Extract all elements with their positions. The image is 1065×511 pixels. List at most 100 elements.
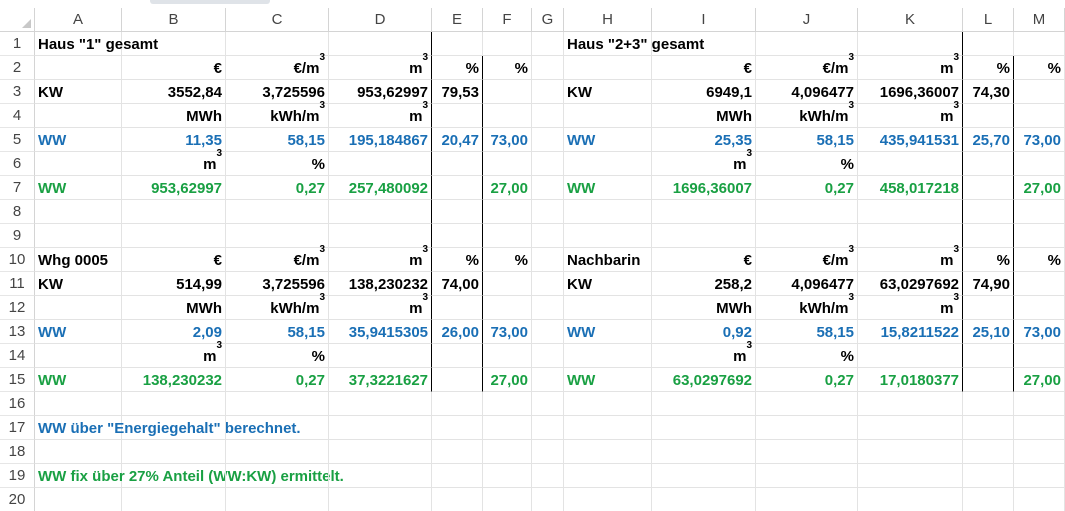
cell-l7[interactable] bbox=[963, 176, 1014, 200]
cell-k19[interactable] bbox=[858, 464, 963, 488]
cell-k10[interactable]: m3 bbox=[858, 245, 963, 272]
row-header-4[interactable]: 4 bbox=[0, 104, 35, 128]
cell-h18[interactable] bbox=[564, 440, 652, 464]
cell-c18[interactable] bbox=[226, 440, 329, 464]
cell-j5[interactable]: 58,15 bbox=[756, 128, 858, 152]
cell-h17[interactable] bbox=[564, 416, 652, 440]
column-header-h[interactable]: H bbox=[564, 8, 652, 32]
cell-c16[interactable] bbox=[226, 392, 329, 416]
cell-j19[interactable] bbox=[756, 464, 858, 488]
cell-d2[interactable]: m3 bbox=[329, 53, 432, 80]
cell-d4[interactable]: m3 bbox=[329, 101, 432, 128]
cell-b14[interactable]: m3 bbox=[122, 341, 226, 368]
cell-f9[interactable] bbox=[483, 224, 532, 248]
cell-k1[interactable] bbox=[858, 32, 963, 56]
cell-f11[interactable] bbox=[483, 272, 532, 296]
cell-m13[interactable]: 73,00 bbox=[1014, 320, 1065, 344]
cell-i2[interactable]: € bbox=[652, 56, 756, 80]
cell-m8[interactable] bbox=[1014, 200, 1065, 224]
cell-e15[interactable] bbox=[432, 368, 483, 392]
cell-c7[interactable]: 0,27 bbox=[226, 176, 329, 200]
cell-h15[interactable]: WW bbox=[564, 368, 652, 392]
cell-b13[interactable]: 2,09 bbox=[122, 320, 226, 344]
cell-h4[interactable] bbox=[564, 104, 652, 128]
cell-e18[interactable] bbox=[432, 440, 483, 464]
cell-j11[interactable]: 4,096477 bbox=[756, 272, 858, 296]
cell-m9[interactable] bbox=[1014, 224, 1065, 248]
cell-h13[interactable]: WW bbox=[564, 320, 652, 344]
cell-m20[interactable] bbox=[1014, 488, 1065, 511]
cell-i13[interactable]: 0,92 bbox=[652, 320, 756, 344]
cell-j8[interactable] bbox=[756, 200, 858, 224]
cell-d9[interactable] bbox=[329, 224, 432, 248]
cell-h16[interactable] bbox=[564, 392, 652, 416]
cell-b18[interactable] bbox=[122, 440, 226, 464]
row-header-8[interactable]: 8 bbox=[0, 200, 35, 224]
row-header-19[interactable]: 19 bbox=[0, 464, 35, 488]
cell-a6[interactable] bbox=[35, 152, 122, 176]
cell-i8[interactable] bbox=[652, 200, 756, 224]
cell-k17[interactable] bbox=[858, 416, 963, 440]
cell-k9[interactable] bbox=[858, 224, 963, 248]
column-header-k[interactable]: K bbox=[858, 8, 963, 32]
cell-c2[interactable]: €/m3 bbox=[226, 53, 329, 80]
cell-g3[interactable] bbox=[532, 80, 564, 104]
cell-m2[interactable]: % bbox=[1014, 56, 1065, 80]
cell-e12[interactable] bbox=[432, 296, 483, 320]
cell-b6[interactable]: m3 bbox=[122, 149, 226, 176]
cell-a14[interactable] bbox=[35, 344, 122, 368]
cell-g6[interactable] bbox=[532, 152, 564, 176]
cell-j17[interactable] bbox=[756, 416, 858, 440]
column-header-m[interactable]: M bbox=[1014, 8, 1065, 32]
cell-a10[interactable]: Whg 0005 bbox=[35, 248, 122, 272]
cell-m4[interactable] bbox=[1014, 104, 1065, 128]
cell-h14[interactable] bbox=[564, 344, 652, 368]
cell-g1[interactable] bbox=[532, 32, 564, 56]
cell-h10[interactable]: Nachbarin bbox=[564, 248, 652, 272]
cell-m16[interactable] bbox=[1014, 392, 1065, 416]
cell-a2[interactable] bbox=[35, 56, 122, 80]
cell-f8[interactable] bbox=[483, 200, 532, 224]
cell-d8[interactable] bbox=[329, 200, 432, 224]
cell-d15[interactable]: 37,3221627 bbox=[329, 368, 432, 392]
row-header-2[interactable]: 2 bbox=[0, 56, 35, 80]
cell-i15[interactable]: 63,0297692 bbox=[652, 368, 756, 392]
cell-g10[interactable] bbox=[532, 248, 564, 272]
cell-e4[interactable] bbox=[432, 104, 483, 128]
row-header-14[interactable]: 14 bbox=[0, 344, 35, 368]
column-header-d[interactable]: D bbox=[329, 8, 432, 32]
row-header-20[interactable]: 20 bbox=[0, 488, 35, 511]
cell-k11[interactable]: 63,0297692 bbox=[858, 272, 963, 296]
cell-k16[interactable] bbox=[858, 392, 963, 416]
cell-i9[interactable] bbox=[652, 224, 756, 248]
cell-f19[interactable] bbox=[483, 464, 532, 488]
cell-m6[interactable] bbox=[1014, 152, 1065, 176]
cell-e3[interactable]: 79,53 bbox=[432, 80, 483, 104]
cell-f18[interactable] bbox=[483, 440, 532, 464]
cell-g4[interactable] bbox=[532, 104, 564, 128]
row-header-1[interactable]: 1 bbox=[0, 32, 35, 56]
cell-i5[interactable]: 25,35 bbox=[652, 128, 756, 152]
cell-g18[interactable] bbox=[532, 440, 564, 464]
cell-c12[interactable]: kWh/m3 bbox=[226, 293, 329, 320]
cell-l10[interactable]: % bbox=[963, 248, 1014, 272]
cell-g13[interactable] bbox=[532, 320, 564, 344]
column-header-l[interactable]: L bbox=[963, 8, 1014, 32]
cell-b9[interactable] bbox=[122, 224, 226, 248]
cell-a7[interactable]: WW bbox=[35, 176, 122, 200]
cell-e7[interactable] bbox=[432, 176, 483, 200]
cell-k4[interactable]: m3 bbox=[858, 101, 963, 128]
cell-d1[interactable] bbox=[329, 32, 432, 56]
cell-m14[interactable] bbox=[1014, 344, 1065, 368]
cell-k6[interactable] bbox=[858, 152, 963, 176]
cell-c20[interactable] bbox=[226, 488, 329, 511]
cell-i11[interactable]: 258,2 bbox=[652, 272, 756, 296]
cell-d16[interactable] bbox=[329, 392, 432, 416]
cell-i19[interactable] bbox=[652, 464, 756, 488]
cell-f1[interactable] bbox=[483, 32, 532, 56]
cell-f5[interactable]: 73,00 bbox=[483, 128, 532, 152]
cell-l1[interactable] bbox=[963, 32, 1014, 56]
cell-g12[interactable] bbox=[532, 296, 564, 320]
cell-h6[interactable] bbox=[564, 152, 652, 176]
cell-m1[interactable] bbox=[1014, 32, 1065, 56]
